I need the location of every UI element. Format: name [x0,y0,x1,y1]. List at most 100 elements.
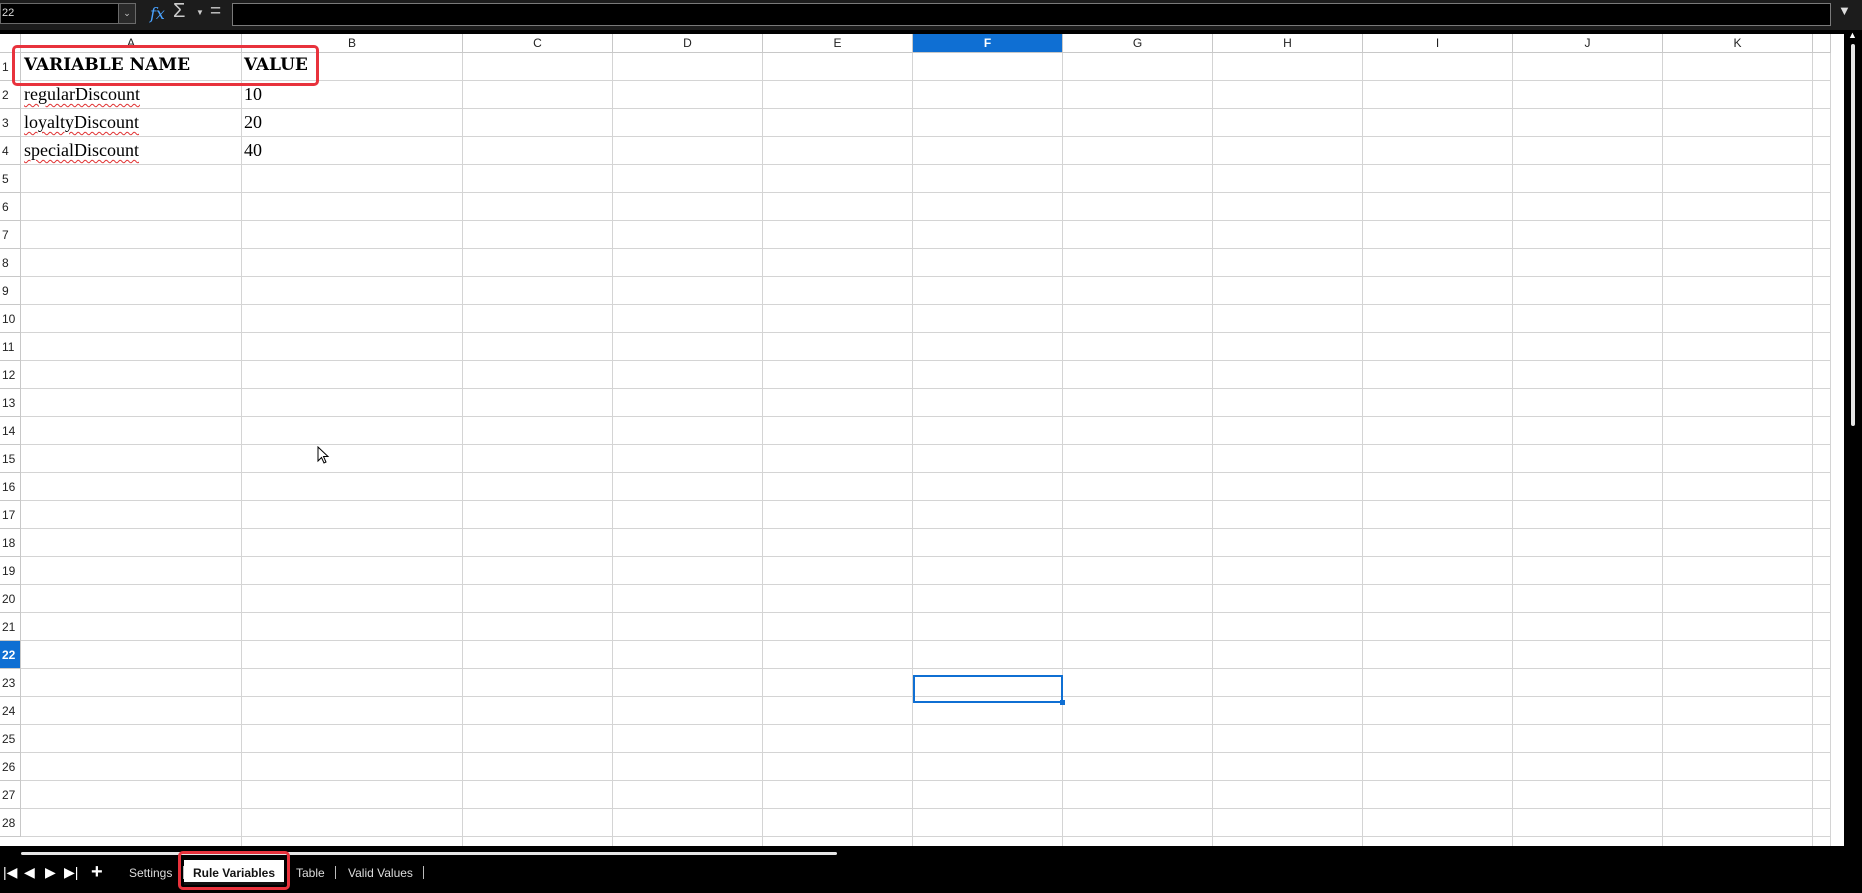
column-header-H[interactable]: H [1213,34,1363,53]
row-header-16[interactable]: 16 [0,473,21,501]
column-gridline [912,53,913,846]
column-header-J[interactable]: J [1513,34,1663,53]
column-gridline [1830,53,1831,846]
next-sheet-icon[interactable]: ▶ [45,864,56,881]
add-sheet-icon[interactable]: + [91,861,103,884]
column-header-partial[interactable] [1813,34,1831,53]
tab-separator [335,866,336,879]
row-header-25[interactable]: 25 [0,725,21,753]
row-gridline [21,500,1831,501]
tab-settings[interactable]: Settings [129,866,172,880]
tab-valid-values[interactable]: Valid Values [348,866,413,880]
spreadsheet-grid[interactable]: ABCDEFGHIJK 1 2 3 4 5 6 7 8 9 10 11 12 13 14 15 16 17 18 1… [0,34,1844,846]
row-gridline [21,164,1831,165]
first-sheet-icon[interactable]: |◀ [3,864,17,881]
row-gridline [21,304,1831,305]
scroll-up-icon[interactable]: ▲ [1848,30,1857,40]
row-header-13[interactable]: 13 [0,389,21,417]
last-sheet-icon[interactable]: ▶| [64,864,78,881]
column-gridline [241,53,242,846]
row-header-4[interactable]: 4 [0,137,21,165]
header-row-highlight [12,45,319,86]
column-header-I[interactable]: I [1363,34,1513,53]
row-gridline [21,136,1831,137]
row-gridline [21,612,1831,613]
column-header-K[interactable]: K [1663,34,1813,53]
cell-B2[interactable]: 10 [244,84,262,105]
column-gridline [1662,53,1663,846]
active-tab-highlight [178,851,290,890]
active-cell-F22[interactable] [913,675,1063,703]
row-gridline [21,528,1831,529]
cell-A3[interactable]: loyaltyDiscount [24,112,139,133]
row-gridline [21,472,1831,473]
row-gridline [21,248,1831,249]
column-gridline [612,53,613,846]
row-gridline [21,276,1831,277]
column-gridline [762,53,763,846]
row-header-10[interactable]: 10 [0,305,21,333]
tab-table[interactable]: Table [296,866,325,880]
row-header-20[interactable]: 20 [0,585,21,613]
row-gridline [21,724,1831,725]
row-header-17[interactable]: 17 [0,501,21,529]
sum-dropdown-icon[interactable]: ▼ [196,8,204,17]
row-header-27[interactable]: 27 [0,781,21,809]
row-header-8[interactable]: 8 [0,249,21,277]
row-header-28[interactable]: 28 [0,809,21,837]
tab-separator [423,866,424,879]
row-header-15[interactable]: 15 [0,445,21,473]
row-gridline [21,752,1831,753]
cell-A4[interactable]: specialDiscount [24,140,139,161]
horizontal-scroll-thumb[interactable] [21,852,837,855]
row-header-19[interactable]: 19 [0,557,21,585]
column-gridline [462,53,463,846]
row-gridline [21,640,1831,641]
row-header-22[interactable]: 22 [0,641,21,669]
column-gridline [1212,53,1213,846]
cell-A2[interactable]: regularDiscount [24,84,140,105]
row-header-5[interactable]: 5 [0,165,21,193]
mouse-cursor-icon [317,446,330,464]
row-gridline [21,584,1831,585]
row-gridline [21,332,1831,333]
cell-B4[interactable]: 40 [244,140,262,161]
column-gridline [1512,53,1513,846]
row-gridline [21,444,1831,445]
row-header-12[interactable]: 12 [0,361,21,389]
row-header-21[interactable]: 21 [0,613,21,641]
row-header-3[interactable]: 3 [0,109,21,137]
row-gridline [21,556,1831,557]
row-gridline [21,360,1831,361]
row-header-7[interactable]: 7 [0,221,21,249]
column-gridline [1062,53,1063,846]
name-box[interactable]: 22 [0,3,136,24]
column-header-E[interactable]: E [763,34,913,53]
vertical-scroll-thumb[interactable] [1851,44,1855,426]
column-header-F[interactable]: F [913,34,1063,53]
row-header-11[interactable]: 11 [0,333,21,361]
row-gridline [21,416,1831,417]
cell-B3[interactable]: 20 [244,112,262,133]
sum-icon[interactable]: Σ [173,0,185,23]
row-header-24[interactable]: 24 [0,697,21,725]
fill-handle[interactable] [1060,700,1065,705]
formula-input[interactable] [232,3,1831,26]
function-wizard-icon[interactable]: fx [150,4,165,23]
column-header-D[interactable]: D [613,34,763,53]
formula-icon[interactable]: = [210,1,221,23]
column-gridline [1362,53,1363,846]
row-header-14[interactable]: 14 [0,417,21,445]
expand-formula-bar-icon[interactable]: ▼ [1838,3,1851,18]
previous-sheet-icon[interactable]: ◀ [24,864,35,881]
row-header-23[interactable]: 23 [0,669,21,697]
column-header-C[interactable]: C [463,34,613,53]
row-header-6[interactable]: 6 [0,193,21,221]
row-header-26[interactable]: 26 [0,753,21,781]
row-header-9[interactable]: 9 [0,277,21,305]
name-box-dropdown-icon[interactable]: ⌄ [118,3,136,24]
row-gridline [21,108,1831,109]
column-header-G[interactable]: G [1063,34,1213,53]
row-header-18[interactable]: 18 [0,529,21,557]
row-gridline [21,388,1831,389]
